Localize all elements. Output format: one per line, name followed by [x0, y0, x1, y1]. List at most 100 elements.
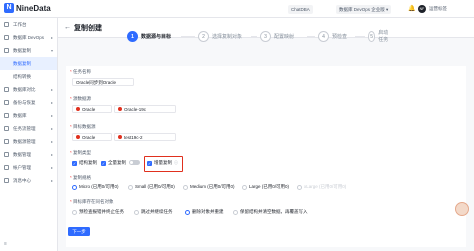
sidebar-item-label: 数据管理: [13, 152, 31, 157]
task-icon: [4, 126, 9, 131]
sidebar-item-label: 数据库 DevOps: [13, 35, 45, 40]
task-name-input[interactable]: Oracle同步到Oracle: [72, 78, 134, 86]
sidebar-item-label: 任务流管理: [13, 126, 36, 131]
sidebar-item-2[interactable]: 数据复制 ▾: [0, 44, 57, 57]
sidebar-item-7[interactable]: 数据库 ▸: [0, 109, 57, 122]
structure-copy-checkbox[interactable]: ✓ 结构复制: [72, 160, 97, 166]
sidebar-item-label: 工作台: [13, 22, 27, 27]
spec-label: * 复制规格: [70, 175, 92, 180]
chevron-icon: ▸: [50, 35, 53, 40]
conflict-skip-radio[interactable]: 跳过并继续任务: [134, 209, 173, 215]
full-copy-toggle[interactable]: [129, 160, 140, 165]
database-icon: [4, 113, 9, 118]
target-type-select[interactable]: Oracle: [72, 133, 112, 141]
chevron-icon: ▸: [50, 100, 53, 105]
check-icon: ✓: [72, 160, 77, 166]
step-label: 选择复制对象: [212, 33, 243, 40]
top-bar: N NineData ChatDBA 数据库 DevOps 企业版 ▾ 🔔 NF…: [0, 0, 474, 18]
sidebar-item-3[interactable]: 数据复制: [0, 57, 57, 70]
source-type-select[interactable]: Oracle: [72, 105, 112, 113]
datamgmt-icon: [4, 152, 9, 157]
next-button[interactable]: 下一步: [68, 227, 90, 236]
conflict-precheck-radio[interactable]: 预检查报错并终止任务: [72, 209, 124, 215]
sidebar-item-8[interactable]: 任务流管理 ▸: [0, 122, 57, 135]
check-icon: ✓: [101, 160, 106, 166]
devops-icon: [4, 35, 9, 40]
chevron-icon: ▸: [50, 152, 53, 157]
full-copy-checkbox[interactable]: ✓ 全量复制: [101, 160, 126, 166]
assistant-avatar[interactable]: [455, 202, 469, 216]
sidebar-item-9[interactable]: 数据源管理 ▸: [0, 135, 57, 148]
app-logo[interactable]: N NineData: [4, 3, 51, 13]
chevron-icon: ▾: [50, 48, 53, 53]
user-name[interactable]: 运营标签: [429, 6, 447, 12]
sidebar-item-0[interactable]: 工作台: [0, 18, 57, 31]
bell-icon[interactable]: 🔔: [408, 5, 415, 12]
chevron-icon: ▸: [50, 113, 53, 118]
step-3: 3 配置映射: [260, 29, 294, 43]
oracle-icon: [118, 107, 122, 111]
backup-icon: [4, 100, 9, 105]
sidebar-item-11[interactable]: 帐户管理 ▸: [0, 161, 57, 174]
step-connector: [307, 36, 315, 37]
sidebar-item-label: 帐户管理: [13, 165, 31, 170]
step-label: 数据源与目标: [141, 33, 172, 40]
oracle-icon: [76, 135, 80, 139]
step-number: 1: [127, 30, 138, 42]
chatdba-button[interactable]: ChatDBA: [288, 5, 313, 14]
org-label: 数据库 DevOps 企业版: [339, 7, 385, 12]
sidebar-item-1[interactable]: 数据库 DevOps ▸: [0, 31, 57, 44]
oracle-icon: [76, 107, 80, 111]
step-5: 5 启动任务: [368, 29, 390, 43]
step-indicator: 1 数据源与目标 2 选择复制对象 3 配置映射 4 预检查 5 启动任务: [70, 29, 390, 43]
sidebar-item-label: 数据复制: [13, 48, 31, 53]
sidebar-item-label: 数据复制: [13, 61, 31, 66]
logo-icon: N: [4, 3, 14, 13]
chevron-icon: ▸: [50, 165, 53, 170]
conflict-label: * 目标库存在同名对象: [70, 199, 114, 204]
user-avatar[interactable]: NF: [418, 5, 426, 13]
step-connector: [355, 36, 365, 37]
conflict-rebuild-radio[interactable]: 删除对象并重建: [185, 209, 224, 215]
oracle-icon: [118, 135, 122, 139]
spec-xlarge-radio[interactable]: xLarge (已用0/可用0): [297, 184, 346, 190]
sidebar-item-label: 数据库: [13, 113, 27, 118]
spec-medium-radio[interactable]: Medium (已用0/可用0): [183, 184, 235, 190]
sidebar-item-label: 消息中心: [13, 178, 31, 183]
chevron-icon: ▸: [50, 126, 53, 131]
sidebar-item-12[interactable]: 消息中心 ▸: [0, 174, 57, 187]
target-label: * 目标数据源: [70, 124, 96, 129]
org-switcher[interactable]: 数据库 DevOps 企业版 ▾: [336, 5, 392, 14]
step-label: 配置映射: [274, 33, 295, 40]
step-number: 3: [260, 30, 271, 42]
chevron-down-icon: ▾: [386, 7, 389, 12]
source-instance-select[interactable]: Oracle-19c: [114, 105, 176, 113]
sidebar-item-4[interactable]: 结构转换: [0, 70, 57, 83]
spec-micro-radio[interactable]: Micro (已用0/可用0): [72, 184, 119, 190]
chevron-icon: ▸: [50, 139, 53, 144]
target-instance-select[interactable]: test19c-2: [114, 133, 176, 141]
spec-small-radio[interactable]: Small (已用0/可用0): [128, 184, 175, 190]
sidebar-item-10[interactable]: 数据管理 ▸: [0, 148, 57, 161]
account-icon: [4, 165, 9, 170]
source-label: * 源数据源: [70, 96, 92, 101]
sidebar-item-label: 结构转换: [13, 74, 31, 79]
step-label: 预检查: [332, 33, 348, 40]
step-connector: [181, 36, 195, 37]
sidebar-item-label: 备份与恢复: [13, 100, 36, 105]
conflict-overwrite-radio[interactable]: 保留结构并清空数据，再覆盖写入: [233, 209, 308, 215]
compare-icon: [4, 87, 9, 92]
step-number: 2: [198, 30, 209, 42]
task-name-label: * 任务名称: [70, 69, 92, 74]
message-icon: [4, 178, 9, 183]
copy-type-label: * 复制类型: [70, 150, 92, 155]
sidebar-item-5[interactable]: 数据库对比 ▸: [0, 83, 57, 96]
sidebar-item-6[interactable]: 备份与恢复 ▸: [0, 96, 57, 109]
chevron-icon: ▸: [50, 87, 53, 92]
spec-large-radio[interactable]: Large (已用0/可用0): [242, 184, 289, 190]
collapse-menu-icon[interactable]: ≡: [4, 241, 7, 247]
replication-icon: [4, 48, 9, 53]
datasource-icon: [4, 139, 9, 144]
step-2: 2 选择复制对象: [198, 29, 242, 43]
home-icon: [4, 22, 9, 27]
